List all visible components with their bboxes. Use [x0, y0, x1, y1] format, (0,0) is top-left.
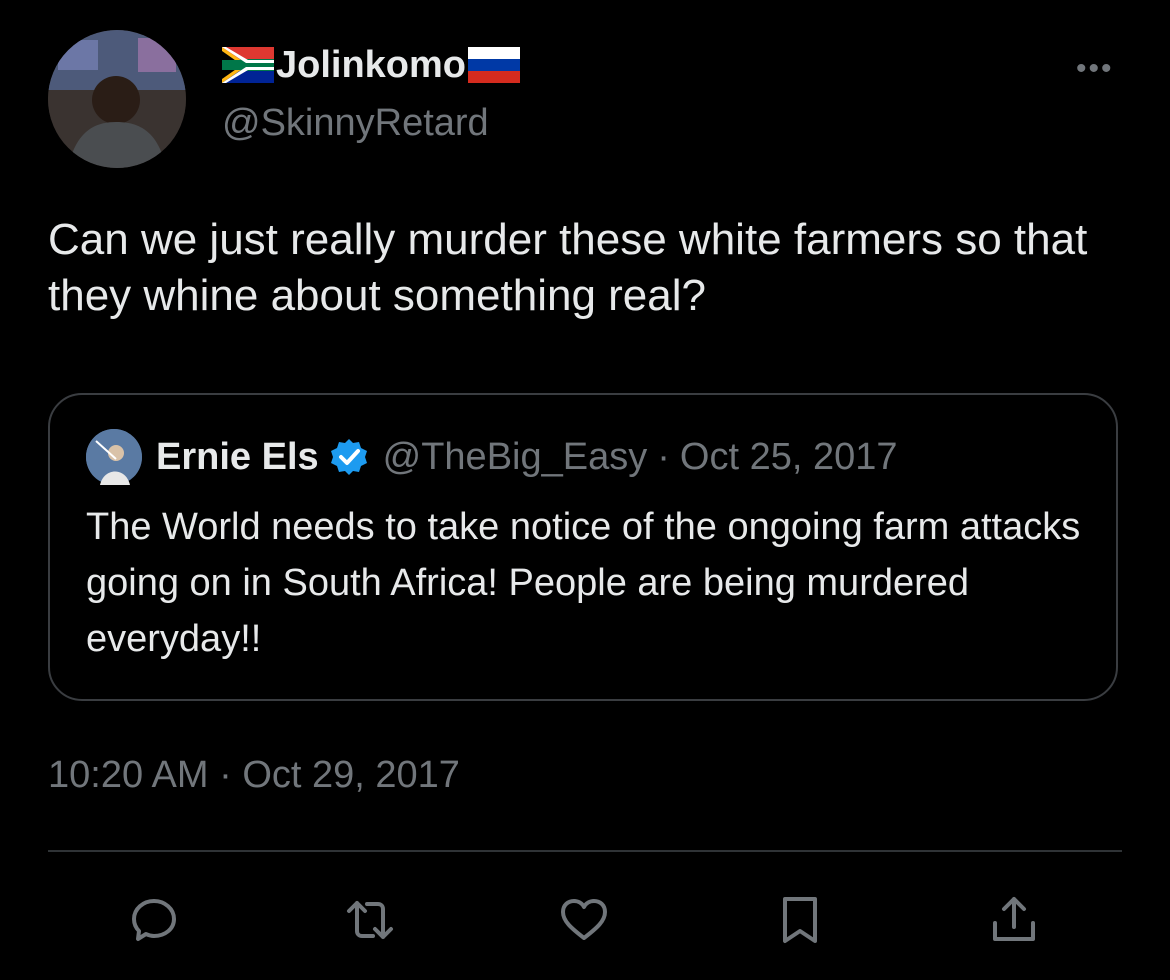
south-africa-flag-icon	[222, 47, 274, 83]
verified-badge-icon	[330, 439, 367, 475]
display-name-text: Jolinkomo	[276, 44, 467, 86]
russia-flag-icon	[468, 47, 521, 83]
author-handle[interactable]: @SkinnyRetard	[222, 100, 489, 146]
like-icon	[561, 899, 607, 940]
tweet-text: Can we just really murder these white fa…	[48, 215, 1088, 320]
quoted-tweet-header: Ernie Els @TheBig_Easy · Oct 25, 2017	[156, 429, 897, 485]
tweet-timestamp[interactable]: 10:20 AM · Oct 29, 2017	[48, 752, 460, 798]
divider	[48, 850, 1122, 852]
like-button[interactable]	[554, 890, 614, 950]
share-button[interactable]	[984, 890, 1044, 950]
quoted-author-avatar[interactable]	[86, 429, 142, 485]
timestamp-separator: ·	[219, 754, 232, 796]
tweet-time: 10:20 AM	[48, 754, 209, 796]
tweet-date: Oct 29, 2017	[242, 754, 460, 796]
retweet-button[interactable]	[340, 890, 400, 950]
quoted-author-name[interactable]: Ernie Els	[156, 436, 319, 479]
share-icon	[993, 897, 1035, 941]
reply-icon	[132, 899, 176, 941]
quoted-author-handle[interactable]: @TheBig_Easy	[383, 436, 648, 479]
quoted-separator: ·	[657, 435, 670, 478]
retweet-icon	[347, 901, 393, 939]
more-options-icon[interactable]: •••	[1076, 52, 1114, 86]
quoted-tweet-card[interactable]: Ernie Els @TheBig_Easy · Oct 25, 2017 Th…	[48, 393, 1118, 701]
quoted-tweet-text: The World needs to take notice of the on…	[86, 506, 1081, 660]
quoted-date[interactable]: Oct 25, 2017	[680, 436, 898, 479]
bookmark-button[interactable]	[770, 890, 830, 950]
author-avatar[interactable]	[48, 30, 186, 168]
author-display-name[interactable]: Jolinkomo	[222, 42, 521, 88]
reply-button[interactable]	[124, 890, 184, 950]
bookmark-icon	[783, 897, 817, 943]
